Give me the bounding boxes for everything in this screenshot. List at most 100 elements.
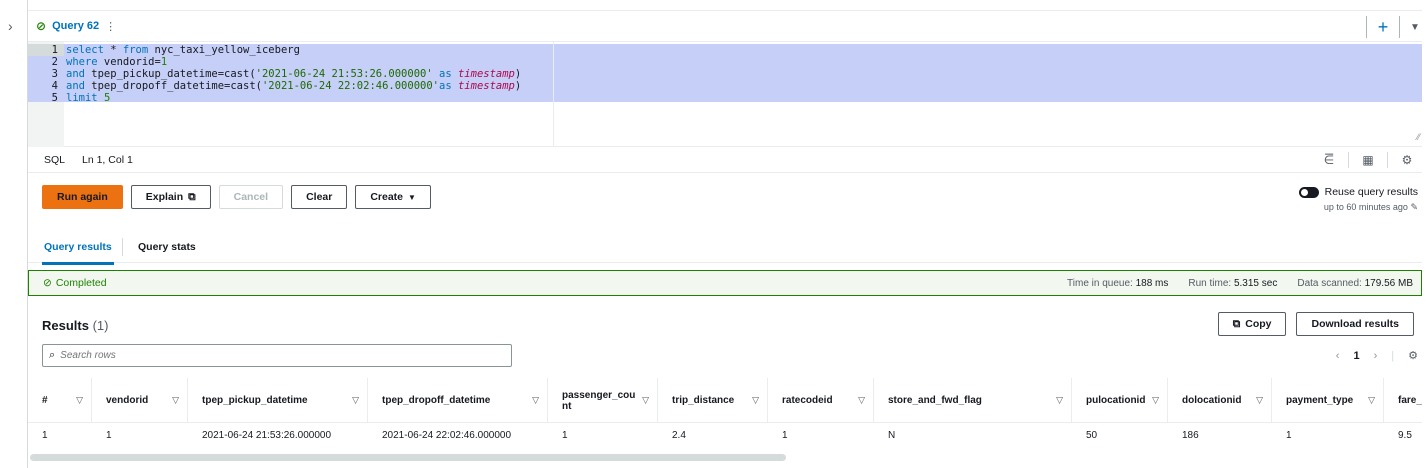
column-label: ratecodeid — [782, 395, 833, 406]
line-number: 4 — [51, 80, 58, 92]
resize-handle-icon[interactable]: ⁄⁄ — [1417, 132, 1420, 142]
results-count: (1) — [92, 318, 109, 333]
column-header[interactable]: # ▽ — [28, 378, 92, 423]
caret-down-icon: ▼ — [408, 192, 416, 202]
chevron-right-icon[interactable]: › — [8, 18, 13, 34]
gear-icon[interactable]: ⚙ — [1408, 349, 1418, 362]
check-circle-icon: ⊘ — [43, 277, 52, 289]
data-scanned-key: Data scanned: — [1297, 278, 1362, 289]
reuse-label: Reuse query results — [1324, 186, 1418, 198]
prev-page-icon[interactable]: ‹ — [1336, 350, 1340, 362]
column-label: store_and_fwd_flag — [888, 395, 982, 406]
language-label: SQL — [44, 154, 66, 166]
filter-icon[interactable]: ▽ — [1256, 395, 1263, 406]
clear-button[interactable]: Clear — [291, 185, 348, 209]
format-icon[interactable]: ⋶ — [1320, 151, 1338, 169]
search-input[interactable] — [60, 350, 481, 361]
table-row: 1 1 2021-06-24 21:53:26.000000 2021-06-24 2… — [28, 423, 1422, 448]
filter-icon[interactable]: ▽ — [352, 395, 359, 406]
filter-icon[interactable]: ▽ — [1368, 395, 1375, 406]
download-results-button[interactable]: Download results — [1296, 312, 1414, 336]
search-icon: ⌕ — [49, 349, 56, 361]
sql-editor[interactable]: 1 select * from nyc_taxi_yellow_iceberg 2 w… — [28, 42, 1422, 147]
table-header: # ▽ vendorid ▽ tpep_pickup_datetime ▽ tpep_dro… — [28, 378, 1422, 423]
code-line: 3 and tpep_pickup_datetime=cast('2021-06-… — [28, 68, 522, 80]
tab-query-results[interactable]: Query results — [42, 241, 114, 265]
left-rail: › — [0, 0, 28, 468]
code-line: 4 and tpep_dropoff_datetime=cast('2021-06… — [28, 80, 522, 92]
editor-status-bar: SQL Ln 1, Col 1 ⋶ ▦ ⚙ — [28, 147, 1422, 173]
column-header[interactable]: trip_distance ▽ — [658, 378, 768, 423]
column-header[interactable]: pulocationid ▽ — [1072, 378, 1168, 423]
filter-icon[interactable]: ▽ — [172, 395, 179, 406]
horizontal-scrollbar[interactable] — [30, 454, 786, 461]
table-cell: N — [888, 430, 896, 441]
tab-actions: + ▼ — [1358, 15, 1422, 39]
result-tabs: Query results Query stats — [28, 230, 1422, 265]
table-cell: 1 — [782, 430, 788, 441]
column-header[interactable]: passenger_count ▽ — [548, 378, 658, 423]
line-text: and tpep_pickup_datetime=cast('2021-06-2… — [66, 68, 522, 80]
column-header[interactable]: fare_a — [1384, 378, 1422, 423]
table-cell: 1 — [1286, 430, 1292, 441]
column-label: fare_a — [1398, 395, 1422, 406]
next-page-icon[interactable]: › — [1374, 350, 1378, 362]
copy-label: Copy — [1245, 318, 1272, 330]
column-header[interactable]: store_and_fwd_flag ▽ — [874, 378, 1072, 423]
table-cell: 2.4 — [672, 430, 686, 441]
filter-icon[interactable]: ▽ — [76, 395, 83, 406]
copy-button[interactable]: ⧉ Copy — [1217, 312, 1287, 336]
divider — [1399, 16, 1400, 38]
run-again-button[interactable]: Run again — [42, 185, 123, 209]
current-page[interactable]: 1 — [1353, 350, 1359, 362]
filter-icon[interactable]: ▽ — [532, 395, 539, 406]
reuse-sub: up to 60 minutes ago — [1323, 202, 1408, 212]
filter-icon[interactable]: ▽ — [642, 395, 649, 406]
line-text: select * from nyc_taxi_yellow_iceberg — [66, 44, 300, 56]
code-line: 2 where vendorid=1 — [28, 56, 167, 68]
create-button[interactable]: Create ▼ — [355, 185, 431, 209]
column-header[interactable]: vendorid ▽ — [92, 378, 188, 423]
tab-query-stats[interactable]: Query stats — [138, 241, 196, 253]
search-rows: ⌕ — [42, 344, 512, 367]
reuse-toggle[interactable] — [1298, 186, 1319, 198]
filter-icon[interactable]: ▽ — [752, 395, 759, 406]
divider — [1387, 152, 1388, 168]
column-header[interactable]: ratecodeid ▽ — [768, 378, 874, 423]
line-text: limit 5 — [66, 92, 111, 104]
explain-button[interactable]: Explain ⧉ — [130, 185, 211, 209]
column-label: # — [42, 395, 48, 406]
column-header[interactable]: payment_type ▽ — [1272, 378, 1384, 423]
caret-down-icon[interactable]: ▼ — [1408, 22, 1422, 33]
cursor-position: Ln 1, Col 1 — [82, 154, 133, 166]
edit-icon[interactable]: ✎ — [1410, 202, 1418, 212]
queue-value: 188 ms — [1135, 278, 1169, 289]
filter-icon[interactable]: ▽ — [1152, 395, 1159, 406]
line-number: 5 — [51, 92, 58, 104]
tab-query-62[interactable]: ⊘ Query 62 ⋮ — [36, 19, 116, 33]
column-header[interactable]: tpep_pickup_datetime ▽ — [188, 378, 368, 423]
query-actions: Run again Explain ⧉ Cancel Clear Create … — [42, 185, 431, 209]
code-line: 5 limit 5 — [28, 92, 111, 104]
table-cell: 1 — [562, 430, 568, 441]
column-label: passenger_count — [562, 389, 636, 412]
keyboard-icon[interactable]: ▦ — [1359, 151, 1377, 169]
column-header[interactable]: dolocationid ▽ — [1168, 378, 1272, 423]
line-text: and tpep_dropoff_datetime=cast('2021-06-… — [66, 80, 522, 92]
gear-icon[interactable]: ⚙ — [1398, 151, 1416, 169]
cancel-button[interactable]: Cancel — [218, 185, 284, 209]
kebab-menu-icon[interactable]: ⋮ — [105, 20, 116, 33]
column-header[interactable]: tpep_dropoff_datetime ▽ — [368, 378, 548, 423]
code-line: 1 select * from nyc_taxi_yellow_iceberg — [28, 44, 300, 56]
filter-icon[interactable]: ▽ — [858, 395, 865, 406]
line-number: 1 — [51, 44, 58, 56]
divider — [122, 238, 123, 256]
completed-label: Completed — [55, 277, 107, 289]
table-cell: 50 — [1086, 430, 1098, 441]
table-cell: 1 — [42, 430, 48, 441]
add-query-tab-icon[interactable]: + — [1375, 17, 1391, 37]
column-label: payment_type — [1286, 395, 1354, 406]
filter-icon[interactable]: ▽ — [1056, 395, 1063, 406]
results-actions: ⧉ Copy Download results — [1217, 312, 1414, 336]
results-table: # ▽ vendorid ▽ tpep_pickup_datetime ▽ tpep_dro… — [28, 378, 1422, 448]
